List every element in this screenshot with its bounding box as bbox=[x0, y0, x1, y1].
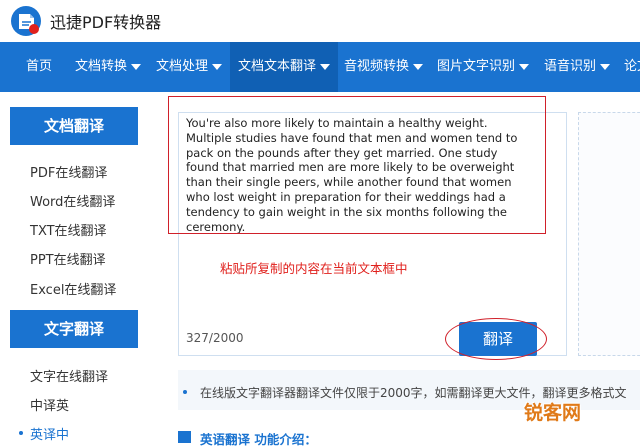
chevron-down-icon bbox=[320, 63, 331, 70]
nav-item-home[interactable]: 首页 bbox=[26, 42, 52, 92]
app-logo-icon bbox=[11, 6, 41, 36]
annotation-red-oval bbox=[445, 318, 547, 360]
chevron-down-icon bbox=[413, 63, 424, 70]
sidebar-link-excel-translate[interactable]: Excel在线翻译 bbox=[30, 279, 116, 298]
active-bullet-icon bbox=[19, 431, 23, 435]
nav-item-ocr[interactable]: 图片文字识别 bbox=[437, 42, 530, 92]
sidebar-heading-text-translate: 文字翻译 bbox=[10, 310, 138, 348]
main-nav: 首页 文档转换 文档处理 文档文本翻译 音视频转换 图片文字识别 语音识别 论文 bbox=[0, 42, 640, 92]
nav-item-label: 图片文字识别 bbox=[437, 59, 516, 74]
section-title: 英语翻译 功能介绍： bbox=[200, 432, 317, 447]
sidebar-link-txt-translate[interactable]: TXT在线翻译 bbox=[30, 220, 107, 239]
nav-item-doc-convert[interactable]: 文档转换 bbox=[75, 42, 142, 92]
section-book-icon bbox=[178, 431, 191, 443]
nav-item-label: 文档文本翻译 bbox=[238, 59, 317, 74]
chevron-down-icon bbox=[519, 63, 530, 70]
app-header: 迅捷PDF转换器 bbox=[0, 0, 640, 42]
sidebar-link-zh-to-en[interactable]: 中译英 bbox=[30, 395, 69, 414]
app-title: 迅捷PDF转换器 bbox=[50, 13, 162, 32]
result-text-panel[interactable] bbox=[578, 112, 640, 356]
sidebar-link-text-translate[interactable]: 文字在线翻译 bbox=[30, 366, 108, 385]
sidebar-link-en-to-zh[interactable]: 英译中 bbox=[30, 424, 69, 443]
annotation-red-box bbox=[168, 96, 546, 234]
watermark-logo: 锐客网 bbox=[524, 402, 582, 424]
nav-item-label: 文档处理 bbox=[156, 59, 209, 74]
notice-bullet-icon bbox=[183, 390, 187, 394]
nav-item-av-convert[interactable]: 音视频转换 bbox=[344, 42, 424, 92]
nav-item-doc-translate[interactable]: 文档文本翻译 bbox=[230, 42, 339, 92]
nav-item-doc-process[interactable]: 文档处理 bbox=[156, 42, 223, 92]
chevron-down-icon bbox=[600, 63, 611, 70]
char-counter: 327/2000 bbox=[186, 331, 244, 345]
nav-item-label: 首页 bbox=[26, 59, 53, 74]
nav-item-label: 音视频转换 bbox=[344, 59, 410, 74]
sidebar-link-word-translate[interactable]: Word在线翻译 bbox=[30, 191, 115, 210]
nav-item-speech[interactable]: 语音识别 bbox=[544, 42, 611, 92]
sidebar-link-pdf-translate[interactable]: PDF在线翻译 bbox=[30, 162, 107, 181]
sidebar-heading-doc-translate: 文档翻译 bbox=[10, 107, 138, 145]
nav-item-paper[interactable]: 论文 bbox=[624, 42, 640, 92]
nav-item-label: 论文 bbox=[624, 59, 640, 74]
paste-hint: 粘贴所复制的内容在当前文本框中 bbox=[220, 261, 408, 276]
nav-item-label: 文档转换 bbox=[75, 59, 128, 74]
nav-item-label: 语音识别 bbox=[544, 59, 597, 74]
sidebar-link-ppt-translate[interactable]: PPT在线翻译 bbox=[30, 249, 106, 268]
chevron-down-icon bbox=[131, 63, 142, 70]
chevron-down-icon bbox=[212, 63, 223, 70]
